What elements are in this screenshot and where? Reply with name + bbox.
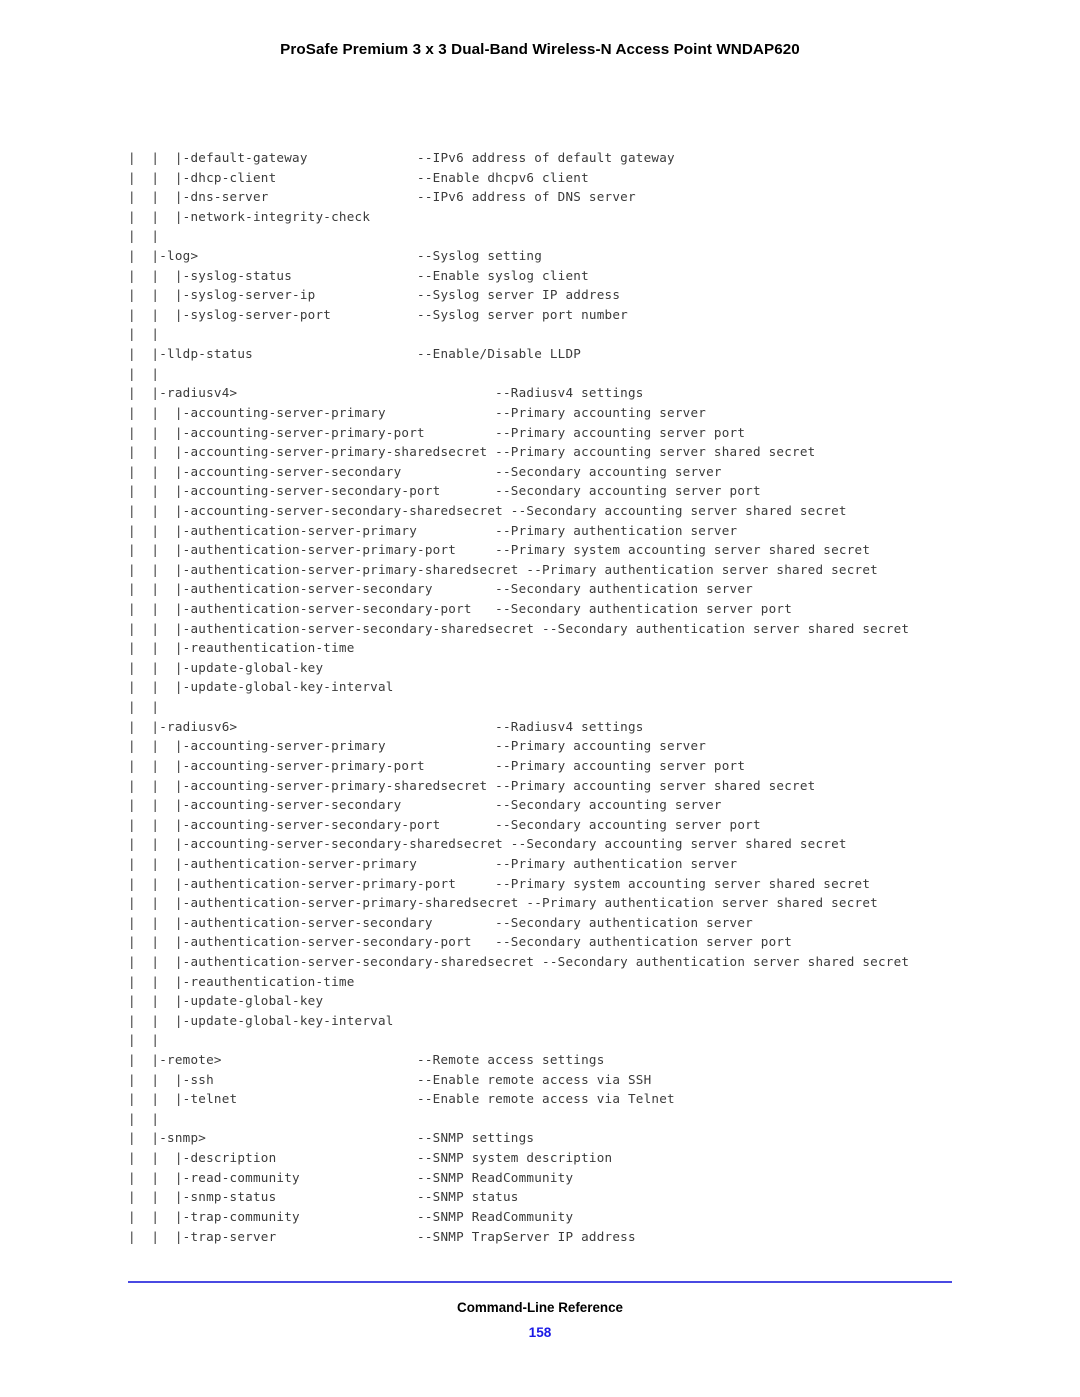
page-number: 158 [528, 1325, 552, 1340]
cli-command-line: | | |-authentication-server-primary-shar… [128, 561, 878, 577]
cli-command-line: | | |-description --SNMP system descript… [128, 1150, 613, 1166]
cli-command-line: | | |-authentication-server-secondary-po… [128, 934, 793, 950]
cli-command-line: | | |-trap-server --SNMP TrapServer IP a… [128, 1228, 636, 1244]
cli-command-line: | |-snmp> --SNMP settings [128, 1130, 535, 1146]
cli-spacer-line: | | [128, 1032, 160, 1048]
cli-command-line: | | |-reauthentication-time [128, 640, 355, 656]
cli-spacer-line: | | [128, 699, 160, 715]
cli-command-line: | | |-dhcp-client --Enable dhcpv6 client [128, 169, 589, 185]
cli-command-line: | | |-authentication-server-primary --Pr… [128, 855, 738, 871]
cli-command-line: | | |-dns-server --IPv6 address of DNS s… [128, 189, 636, 205]
cli-command-line: | | |-authentication-server-secondary --… [128, 914, 753, 930]
cli-command-line: | | |-update-global-key-interval [128, 679, 394, 695]
page-header-title: ProSafe Premium 3 x 3 Dual-Band Wireless… [280, 41, 800, 58]
cli-command-line: | | |-accounting-server-primary-sharedse… [128, 777, 816, 793]
cli-command-line: | | |-authentication-server-secondary-po… [128, 601, 793, 617]
cli-command-line: | |-radiusv6> --Radiusv4 settings [128, 718, 644, 734]
cli-command-line: | | |-authentication-server-primary-port… [128, 875, 871, 891]
cli-command-line: | | |-authentication-server-secondary --… [128, 581, 753, 597]
cli-command-line: | | |-accounting-server-primary-port --P… [128, 757, 746, 773]
cli-command-line: | | |-default-gateway --IPv6 address of … [128, 150, 675, 165]
cli-command-line: | | |-accounting-server-secondary-port -… [128, 816, 761, 832]
cli-command-line: | |-log> --Syslog setting [128, 248, 543, 264]
cli-command-line: | | |-accounting-server-secondary-shared… [128, 836, 847, 852]
cli-command-line: | | |-ssh --Enable remote access via SSH [128, 1071, 652, 1087]
cli-command-line: | |-remote> --Remote access settings [128, 1052, 605, 1068]
footer-divider [128, 1281, 952, 1283]
cli-command-line: | | |-telnet --Enable remote access via … [128, 1091, 675, 1107]
cli-command-line: | | |-accounting-server-primary --Primar… [128, 738, 707, 754]
cli-command-line: | | |-authentication-server-secondary-sh… [128, 620, 910, 636]
cli-command-line: | | |-snmp-status --SNMP status [128, 1189, 519, 1205]
cli-command-line: | | |-accounting-server-secondary --Seco… [128, 463, 722, 479]
cli-spacer-line: | | [128, 1110, 160, 1126]
cli-command-line: | | |-accounting-server-primary --Primar… [128, 404, 707, 420]
cli-spacer-line: | | [128, 228, 160, 244]
cli-command-line: | | |-read-community --SNMP ReadCommunit… [128, 1169, 574, 1185]
cli-command-line: | | |-syslog-status --Enable syslog clie… [128, 267, 589, 283]
cli-spacer-line: | | [128, 365, 160, 381]
cli-command-line: | | |-accounting-server-secondary --Seco… [128, 797, 722, 813]
cli-command-tree: | | |-default-gateway --IPv6 address of … [128, 148, 1028, 1246]
cli-command-line: | | |-accounting-server-primary-port --P… [128, 424, 746, 440]
cli-command-line: | |-radiusv4> --Radiusv4 settings [128, 385, 644, 401]
page-header: ProSafe Premium 3 x 3 Dual-Band Wireless… [0, 41, 1080, 59]
cli-command-line: | | |-authentication-server-primary-port… [128, 542, 871, 558]
cli-command-line: | | |-network-integrity-check [128, 208, 371, 224]
cli-command-line: | | |-update-global-key [128, 659, 324, 675]
cli-command-line: | | |-accounting-server-secondary-port -… [128, 483, 761, 499]
cli-command-line: | | |-syslog-server-ip --Syslog server I… [128, 287, 621, 303]
cli-command-line: | | |-reauthentication-time [128, 973, 355, 989]
cli-command-line: | | |-update-global-key-interval [128, 1012, 394, 1028]
cli-command-line: | | |-update-global-key [128, 993, 324, 1009]
cli-command-line: | |-lldp-status --Enable/Disable LLDP [128, 346, 582, 362]
footer-chapter-title: Command-Line Reference [457, 1300, 623, 1315]
cli-command-line: | | |-authentication-server-primary-shar… [128, 895, 878, 911]
cli-command-line: | | |-authentication-server-secondary-sh… [128, 953, 910, 969]
cli-spacer-line: | | [128, 326, 160, 342]
cli-command-line: | | |-trap-community --SNMP ReadCommunit… [128, 1208, 574, 1224]
cli-command-line: | | |-accounting-server-primary-sharedse… [128, 444, 816, 460]
cli-command-line: | | |-accounting-server-secondary-shared… [128, 502, 847, 518]
cli-command-line: | | |-syslog-server-port --Syslog server… [128, 306, 628, 322]
cli-command-line: | | |-authentication-server-primary --Pr… [128, 522, 738, 538]
